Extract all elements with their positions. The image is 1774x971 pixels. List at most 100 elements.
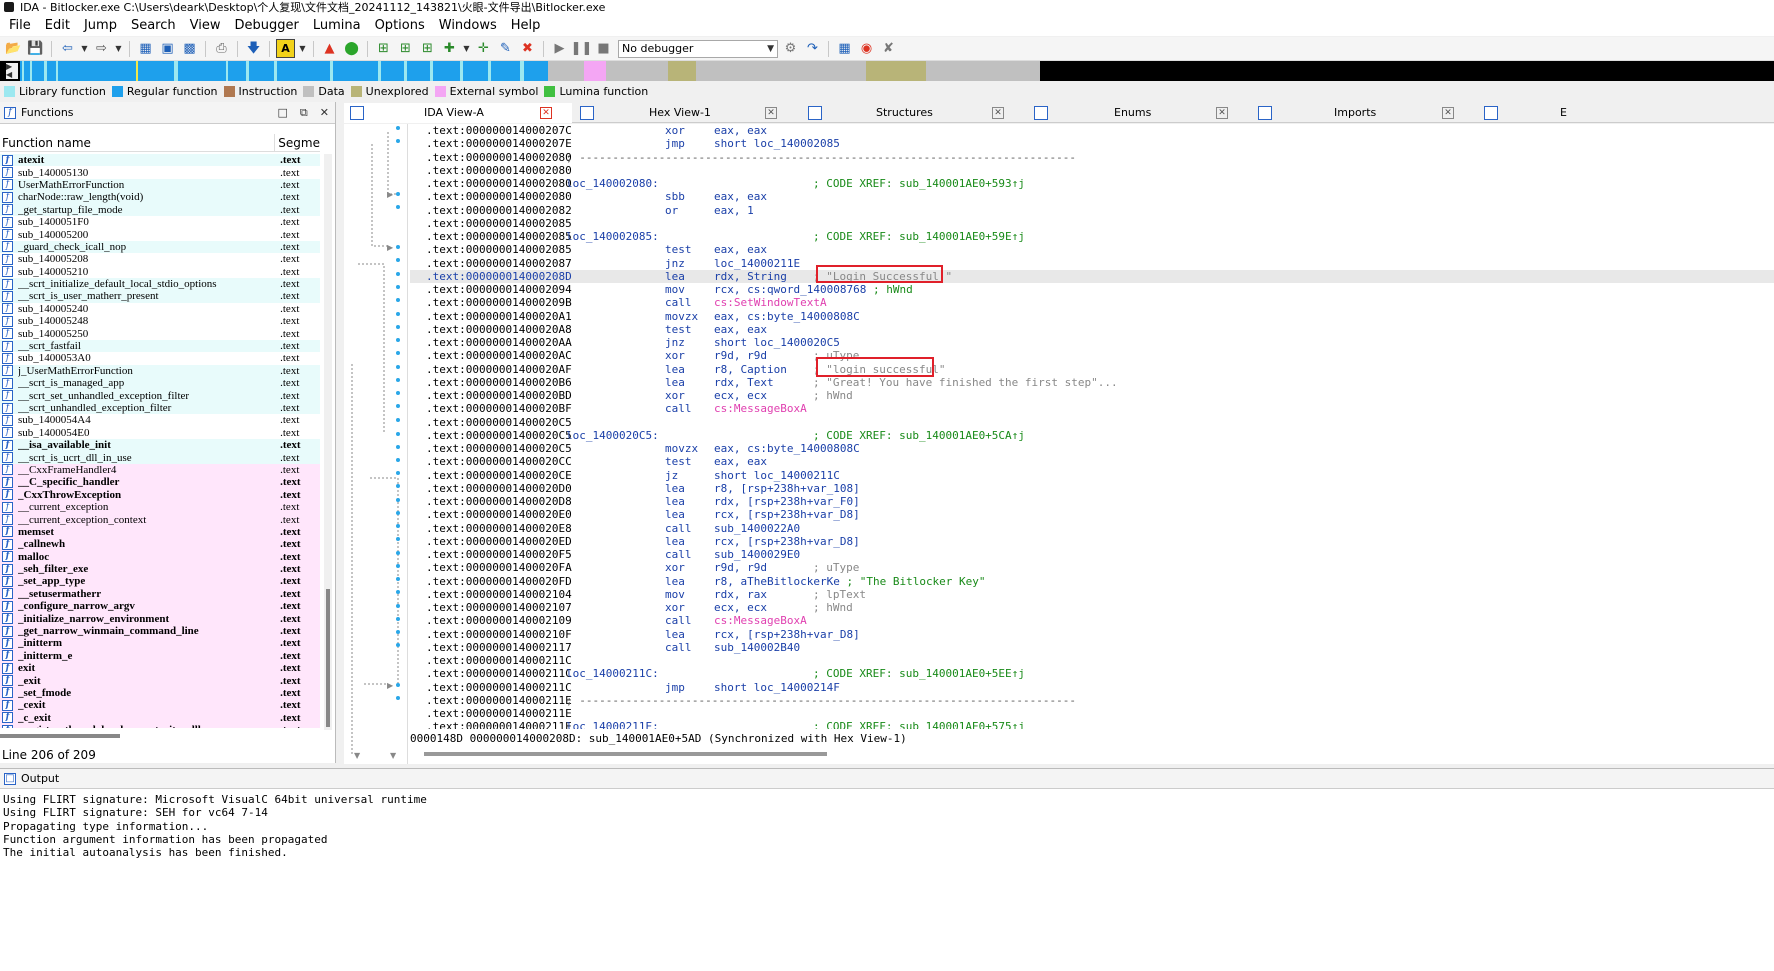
menu-lumina[interactable]: Lumina xyxy=(306,16,368,36)
disasm-operand[interactable]: short loc_140002085 xyxy=(714,137,840,150)
ascii-string-icon[interactable]: A xyxy=(276,39,295,58)
tab-close-icon[interactable]: ✕ xyxy=(765,107,777,119)
ida-view-disassembly[interactable]: ▶ ▶ ▶ ▼ ▼ .text:000000014000207C xor eax, ea… xyxy=(344,124,1774,764)
disasm-line[interactable]: .text:00000001400020AC xor r9d, r9d; uType xyxy=(410,349,1774,362)
disasm-operand[interactable]: sub_1400029E0 xyxy=(714,548,800,561)
debugger-options-icon[interactable]: ⚙ xyxy=(781,39,800,58)
disasm-line[interactable]: .text:000000014000210F lea rcx, [rsp+238h+… xyxy=(410,628,1774,641)
breakpoint-list-icon[interactable]: ◉ xyxy=(857,39,876,58)
print-icon[interactable]: ⎙ xyxy=(212,39,231,58)
menu-view[interactable]: View xyxy=(183,16,228,36)
function-row[interactable]: f sub_140005208 .text xyxy=(0,253,320,266)
disasm-line[interactable]: .text:00000001400020FD lea r8, aTheBitlock… xyxy=(410,575,1774,588)
add-enum-icon[interactable]: ⊞ xyxy=(418,39,437,58)
function-row[interactable]: f j_UserMathErrorFunction .text xyxy=(0,364,320,378)
disasm-line[interactable]: .text:0000000140002117 call sub_140002B40 xyxy=(410,641,1774,654)
function-row[interactable]: f exit .text xyxy=(0,662,320,675)
tab-enums[interactable]: Enums ✕ xyxy=(1028,103,1256,123)
nav-forward-icon[interactable]: ⇨ xyxy=(92,39,111,58)
function-row[interactable]: f _initterm_e .text xyxy=(0,649,320,663)
create-function-icon[interactable]: ⊞ xyxy=(374,39,393,58)
text-search-icon[interactable]: ▣ xyxy=(158,39,177,58)
menu-file[interactable]: File xyxy=(2,16,38,36)
function-row[interactable]: f __scrt_fastfail .text xyxy=(0,339,320,353)
disasm-operand[interactable]: rdx, [rsp+238h+var_F0] xyxy=(714,495,860,508)
function-row[interactable]: f sub_1400053A0 .text xyxy=(0,352,320,365)
menu-windows[interactable]: Windows xyxy=(432,16,504,36)
disasm-line[interactable]: .text:00000001400020A1 movzx eax, cs:byte_… xyxy=(410,310,1774,323)
function-row[interactable]: f sub_1400051F0 .text xyxy=(0,215,320,229)
back-dropdown-icon[interactable]: ▼ xyxy=(80,39,89,58)
function-row[interactable]: f __scrt_set_unhandled_exception_filter .t… xyxy=(0,389,320,402)
disasm-operand[interactable]: sub_1400022A0 xyxy=(714,522,800,535)
function-row[interactable]: f _callnewh .text xyxy=(0,538,320,551)
add-struct-icon[interactable]: ⊞ xyxy=(396,39,415,58)
disasm-operand[interactable]: loc_14000211E xyxy=(714,257,800,270)
disasm-label[interactable]: loc_1400020C5: xyxy=(566,429,659,442)
disasm-line[interactable]: .text:00000001400020CC test eax, eax xyxy=(410,455,1774,468)
disasm-line[interactable]: .text:0000000140002085 xyxy=(410,217,1774,230)
function-row[interactable]: f _get_narrow_winmain_command_line .text xyxy=(0,624,320,638)
disasm-label[interactable]: loc_14000211C: xyxy=(566,667,659,680)
disasm-operand[interactable]: short loc_14000211C xyxy=(714,469,840,482)
disasm-line[interactable]: .text:000000014000207C xor eax, eax xyxy=(410,124,1774,137)
function-row[interactable]: f memset .text xyxy=(0,525,320,539)
disasm-operand[interactable]: rdx, rax xyxy=(714,588,767,601)
function-row[interactable]: f __scrt_unhandled_exception_filter .text xyxy=(0,401,320,415)
function-row[interactable]: f sub_1400054A4 .text xyxy=(0,414,320,427)
tab-hex-view-1[interactable]: Hex View-1 ✕ xyxy=(574,103,802,123)
menu-options[interactable]: Options xyxy=(368,16,432,36)
float-icon[interactable]: ⧉ xyxy=(300,106,308,120)
jump-down-icon[interactable]: 🡇 xyxy=(244,39,263,58)
disasm-label[interactable]: loc_14000211E: xyxy=(566,720,659,729)
menu-jump[interactable]: Jump xyxy=(77,16,124,36)
disasm-line[interactable]: .text:00000001400020ED lea rcx, [rsp+238h+… xyxy=(410,535,1774,548)
immediate-search-icon[interactable]: ▩ xyxy=(180,39,199,58)
function-row[interactable]: f _set_fmode .text xyxy=(0,686,320,700)
disasm-operand[interactable]: eax, 1 xyxy=(714,204,754,217)
column-function-name[interactable]: Function name xyxy=(0,134,276,151)
function-row[interactable]: f __setusermatherr .text xyxy=(0,587,320,601)
function-row[interactable]: f sub_140005240 .text xyxy=(0,302,320,316)
function-row[interactable]: f atexit .text xyxy=(0,154,320,167)
function-row[interactable]: f sub_140005130 .text xyxy=(0,166,320,179)
function-row[interactable]: f __scrt_is_ucrt_dll_in_use .text xyxy=(0,451,320,464)
functions-vscrollbar[interactable] xyxy=(324,154,332,730)
disasm-line[interactable]: .text:000000014000207E jmp short loc_14000… xyxy=(410,137,1774,150)
disasm-operand[interactable]: cs:MessageBoxA xyxy=(714,614,807,627)
disasm-xref-comment[interactable]: ; CODE XREF: sub_140001AE0+575↑j xyxy=(813,720,1025,729)
function-row[interactable]: f sub_140005200 .text xyxy=(0,228,320,241)
add-xref-icon[interactable]: ✚ xyxy=(440,39,459,58)
tools-icon[interactable]: ✘ xyxy=(879,39,898,58)
pause-icon[interactable]: ❚❚ xyxy=(571,39,593,58)
disasm-line[interactable]: .text:00000001400020AF lea r8, Caption; "l… xyxy=(410,363,1774,376)
disasm-line[interactable]: .text:00000001400020BD xor ecx, ecx ; hWnd xyxy=(410,389,1774,402)
disasm-line[interactable]: .text:0000000140002080; ----------------… xyxy=(410,151,1774,164)
stop-icon[interactable]: ■ xyxy=(594,39,613,58)
function-row[interactable]: f __scrt_initialize_default_local_stdio_o… xyxy=(0,277,320,291)
disasm-operand[interactable]: eax, eax xyxy=(714,243,767,256)
function-row[interactable]: f _cexit .text xyxy=(0,699,320,712)
disasm-line[interactable]: .text:00000001400020A8 test eax, eax xyxy=(410,323,1774,336)
function-row[interactable]: f _exit .text xyxy=(0,674,320,687)
tab-imports[interactable]: Imports ✕ xyxy=(1252,103,1480,123)
warning-icon[interactable]: ▲ xyxy=(320,39,339,58)
disasm-line[interactable]: .text:00000001400020C5 xyxy=(410,416,1774,429)
function-row[interactable]: f __current_exception .text xyxy=(0,500,320,514)
column-segment[interactable]: Segme xyxy=(275,134,320,151)
disasm-line[interactable]: .text:000000014000211C loc_14000211C: ; CO… xyxy=(410,667,1774,680)
add-breakpoint-icon[interactable]: ✛ xyxy=(474,39,493,58)
menu-edit[interactable]: Edit xyxy=(38,16,77,36)
disasm-line[interactable]: .text:0000000140002109 call cs:MessageBoxA xyxy=(410,614,1774,627)
run-icon[interactable]: ▶ xyxy=(550,39,569,58)
disasm-line[interactable]: .text:000000014000211E; ----------------… xyxy=(410,694,1774,707)
disasm-label[interactable]: loc_140002080: xyxy=(566,177,659,190)
disasm-xref-comment[interactable]: ; CODE XREF: sub_140001AE0+5EE↑j xyxy=(813,667,1025,680)
disasm-operand[interactable]: eax, cs:byte_14000808C xyxy=(714,442,860,455)
disasm-operand[interactable]: sub_140002B40 xyxy=(714,641,800,654)
disasm-line-selected[interactable]: .text:000000014000208D lea rdx, String; "L… xyxy=(410,269,1774,283)
disassembly-hscrollbar[interactable] xyxy=(424,752,827,756)
disasm-operand[interactable]: r8, [rsp+238h+var_108] xyxy=(714,482,860,495)
disasm-operand[interactable]: eax, eax xyxy=(714,190,767,203)
disasm-line[interactable]: .text:00000001400020BF call cs:MessageBoxA xyxy=(410,402,1774,415)
